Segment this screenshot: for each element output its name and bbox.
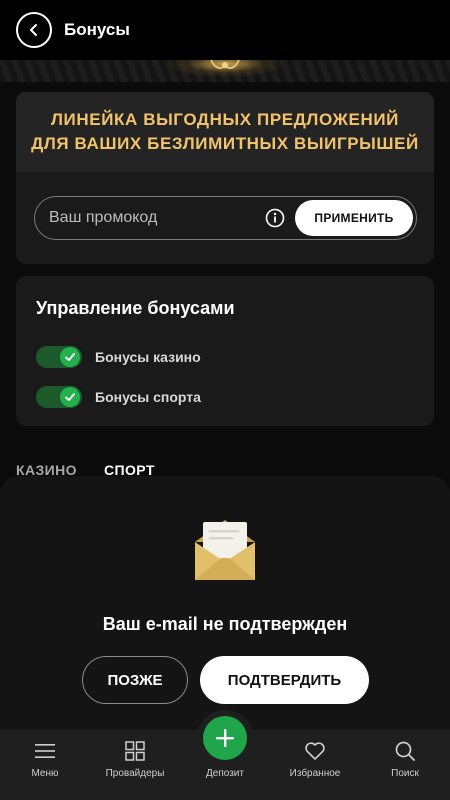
promo-code-input[interactable] xyxy=(49,197,269,239)
back-button[interactable] xyxy=(16,12,52,48)
promo-headline-line1: Линейка выгодных предложений xyxy=(51,110,399,129)
heart-icon xyxy=(305,742,325,760)
promo-code-field: ПРИМЕНИТЬ xyxy=(34,196,417,240)
envelope-icon xyxy=(195,520,255,580)
page-title: Бонусы xyxy=(64,20,130,39)
later-button[interactable]: ПОЗЖЕ xyxy=(82,656,188,704)
menu-icon xyxy=(35,744,55,758)
deposit-button[interactable] xyxy=(203,716,247,760)
nav-label-providers: Провайдеры xyxy=(105,768,165,779)
plus-icon xyxy=(216,729,234,747)
bonus-management-card: Управление бонусами Бонусы казино Бонусы… xyxy=(16,276,434,426)
casino-bonus-toggle[interactable] xyxy=(36,346,82,368)
top-header: Бонусы xyxy=(0,0,450,60)
sport-bonus-row: Бонусы спорта xyxy=(36,386,201,408)
banner-strip xyxy=(0,60,450,82)
sport-bonus-toggle[interactable] xyxy=(36,386,82,408)
nav-item-menu[interactable]: Меню xyxy=(0,730,90,800)
promo-headline: Линейка выгодных предложений для ваших б… xyxy=(16,92,434,172)
nav-label-favorites: Избранное xyxy=(289,768,341,779)
sport-bonus-label: Бонусы спорта xyxy=(95,389,201,405)
nav-label-menu: Меню xyxy=(31,768,59,779)
email-not-verified-title: Ваш e-mail не подтвержден xyxy=(102,614,348,634)
banner-ornament xyxy=(210,60,240,69)
casino-bonus-label: Бонусы казино xyxy=(95,349,201,365)
check-icon xyxy=(60,387,80,407)
search-icon xyxy=(395,741,415,761)
info-icon[interactable] xyxy=(265,208,285,228)
promo-card: Линейка выгодных предложений для ваших б… xyxy=(16,92,434,264)
nav-label-search: Поиск xyxy=(391,768,419,779)
apply-promo-button[interactable]: ПРИМЕНИТЬ xyxy=(295,200,413,236)
confirm-button[interactable]: ПОДТВЕРДИТЬ xyxy=(200,656,369,704)
check-icon xyxy=(60,347,80,367)
nav-item-providers[interactable]: Провайдеры xyxy=(90,730,180,800)
grid-icon xyxy=(125,741,145,761)
promo-headline-line2: для ваших безлимитных выигрышей xyxy=(31,134,419,153)
nav-label-deposit: Депозит xyxy=(206,768,244,779)
nav-item-favorites[interactable]: Избранное xyxy=(270,730,360,800)
nav-item-search[interactable]: Поиск xyxy=(360,730,450,800)
chevron-left-icon xyxy=(30,24,37,36)
casino-bonus-row: Бонусы казино xyxy=(36,346,201,368)
bonus-management-title: Управление бонусами xyxy=(36,298,235,318)
